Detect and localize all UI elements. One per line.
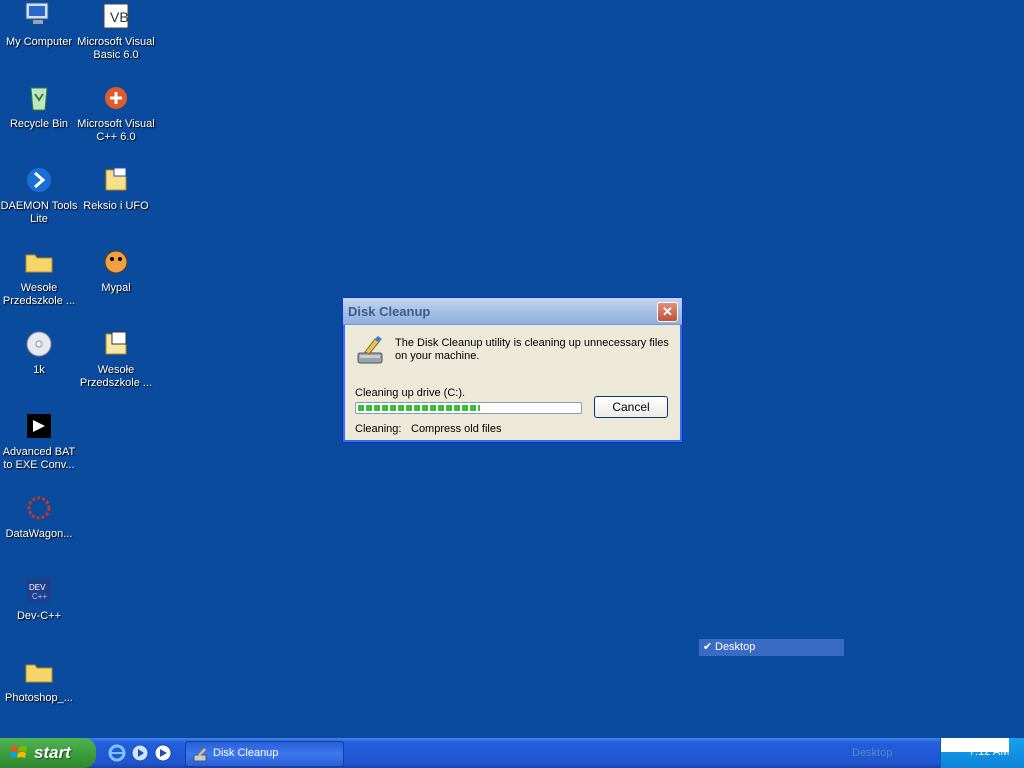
desktop-icon-label: Mypal: [101, 282, 131, 294]
visual-cpp-icon: [105, 87, 127, 109]
start-button[interactable]: start: [0, 738, 96, 768]
desktop-icon[interactable]: Advanced BAT to EXE Conv...: [0, 410, 78, 472]
svg-text:DEV: DEV: [29, 583, 46, 592]
dialog-titlebar[interactable]: Disk Cleanup ✕: [343, 298, 682, 325]
desktop-icon-label: Advanced BAT to EXE Conv...: [2, 446, 76, 471]
desktop-icon-label: Microsoft Visual Basic 6.0: [77, 36, 155, 61]
cleaning-label: Cleaning:: [355, 423, 402, 435]
windows-flag-icon: [10, 746, 27, 758]
iso-file-icon: [105, 167, 127, 191]
desktop-icon[interactable]: Reksio i UFO: [77, 164, 155, 213]
desktop-icon-label: DAEMON Tools Lite: [0, 200, 78, 225]
start-label: start: [34, 743, 71, 762]
svg-text:C++: C++: [32, 592, 47, 601]
desktop-icon[interactable]: 1k: [0, 328, 78, 377]
devcpp-icon: DEVC++: [27, 578, 51, 602]
progress-fill: [358, 405, 480, 411]
taskbar-item-disk-cleanup[interactable]: Disk Cleanup: [185, 741, 344, 767]
desktop-icon[interactable]: Recycle Bin: [0, 82, 78, 131]
taskbar: start Disk Cleanup Desktop 7:12 AM: [0, 738, 1024, 768]
internet-explorer-icon[interactable]: [108, 744, 126, 762]
dialog-body: The Disk Cleanup utility is cleaning up …: [343, 325, 682, 442]
desktop-icon[interactable]: DEV C++ Dev-C++: [0, 574, 78, 623]
disk-cleanup-dialog: Disk Cleanup ✕ The Disk Cleanup utility …: [342, 297, 683, 443]
desktop-icon[interactable]: DataWagon...: [0, 492, 78, 541]
desktop-icon[interactable]: VB Microsoft Visual Basic 6.0: [77, 0, 155, 62]
mypal-icon: [104, 250, 128, 274]
drive-label: Cleaning up drive (C:).: [355, 387, 466, 399]
daemon-tools-icon: [27, 168, 51, 192]
bat-to-exe-icon: [27, 414, 51, 438]
desktop-icon-label: Dev-C++: [16, 610, 62, 622]
desktop-icon-label: Microsoft Visual C++ 6.0: [77, 118, 155, 143]
desktop-icon-label: Recycle Bin: [9, 118, 69, 130]
context-menu-item-desktop[interactable]: ✔ Desktop: [699, 639, 844, 656]
desktop-icon-label: My Computer: [5, 36, 73, 48]
cancel-button[interactable]: Cancel: [594, 396, 668, 418]
cd-icon: [26, 331, 52, 357]
dialog-message: The Disk Cleanup utility is cleaning up …: [395, 337, 669, 362]
cleaning-value: Compress old files: [411, 423, 502, 435]
desktop-icon-label: Wesołe Przedszkole ...: [2, 282, 76, 307]
context-menu-item-label: Desktop: [715, 641, 756, 653]
desktop-icon[interactable]: DAEMON Tools Lite: [0, 164, 78, 226]
clock[interactable]: 7:12 AM: [969, 746, 1009, 758]
show-desktop-icon[interactable]: [154, 744, 172, 762]
close-button[interactable]: ✕: [657, 302, 678, 322]
my-computer-icon: [25, 2, 49, 24]
svg-text:VB: VB: [110, 9, 129, 25]
desktop-icon-label: DataWagon...: [5, 528, 73, 540]
system-tray: 7:12 AM: [940, 738, 1024, 768]
desktop-icon[interactable]: Wesołe Przedszkole ...: [0, 246, 78, 308]
visual-basic-icon: VB: [103, 3, 129, 29]
windows-media-player-icon[interactable]: [131, 744, 149, 762]
desktop-icon[interactable]: Photoshop_...: [0, 656, 78, 705]
datawagon-icon: [27, 496, 51, 520]
taskbar-item-label: Disk Cleanup: [213, 747, 279, 759]
recycle-bin-icon: [30, 87, 48, 111]
desktop-icon[interactable]: Wesołe Przedszkole ...: [77, 328, 155, 390]
desktop-icon-label: Photoshop_...: [5, 692, 73, 704]
tray-desktop-label: Desktop: [852, 747, 893, 759]
desktop-icon[interactable]: Microsoft Visual C++ 6.0: [77, 82, 155, 144]
desktop-icon-label: Reksio i UFO: [83, 200, 149, 212]
desktop-icon[interactable]: My Computer: [0, 0, 78, 49]
dialog-title: Disk Cleanup: [348, 304, 431, 319]
disk-cleanup-icon: [193, 748, 207, 762]
desktop-icon[interactable]: Mypal: [77, 246, 155, 295]
desktop-icon-label: 1k: [33, 364, 45, 376]
disk-cleanup-icon: [357, 336, 383, 364]
folder-icon: [25, 664, 53, 683]
checkmark-icon: ✔: [703, 641, 713, 653]
desktop-icon-label: Wesołe Przedszkole ...: [79, 364, 153, 389]
cleaning-status: Cleaning: Compress old files: [355, 423, 501, 435]
unknown-file-icon: [105, 331, 127, 355]
progress-bar: [355, 402, 582, 414]
folder-icon: [25, 254, 53, 273]
